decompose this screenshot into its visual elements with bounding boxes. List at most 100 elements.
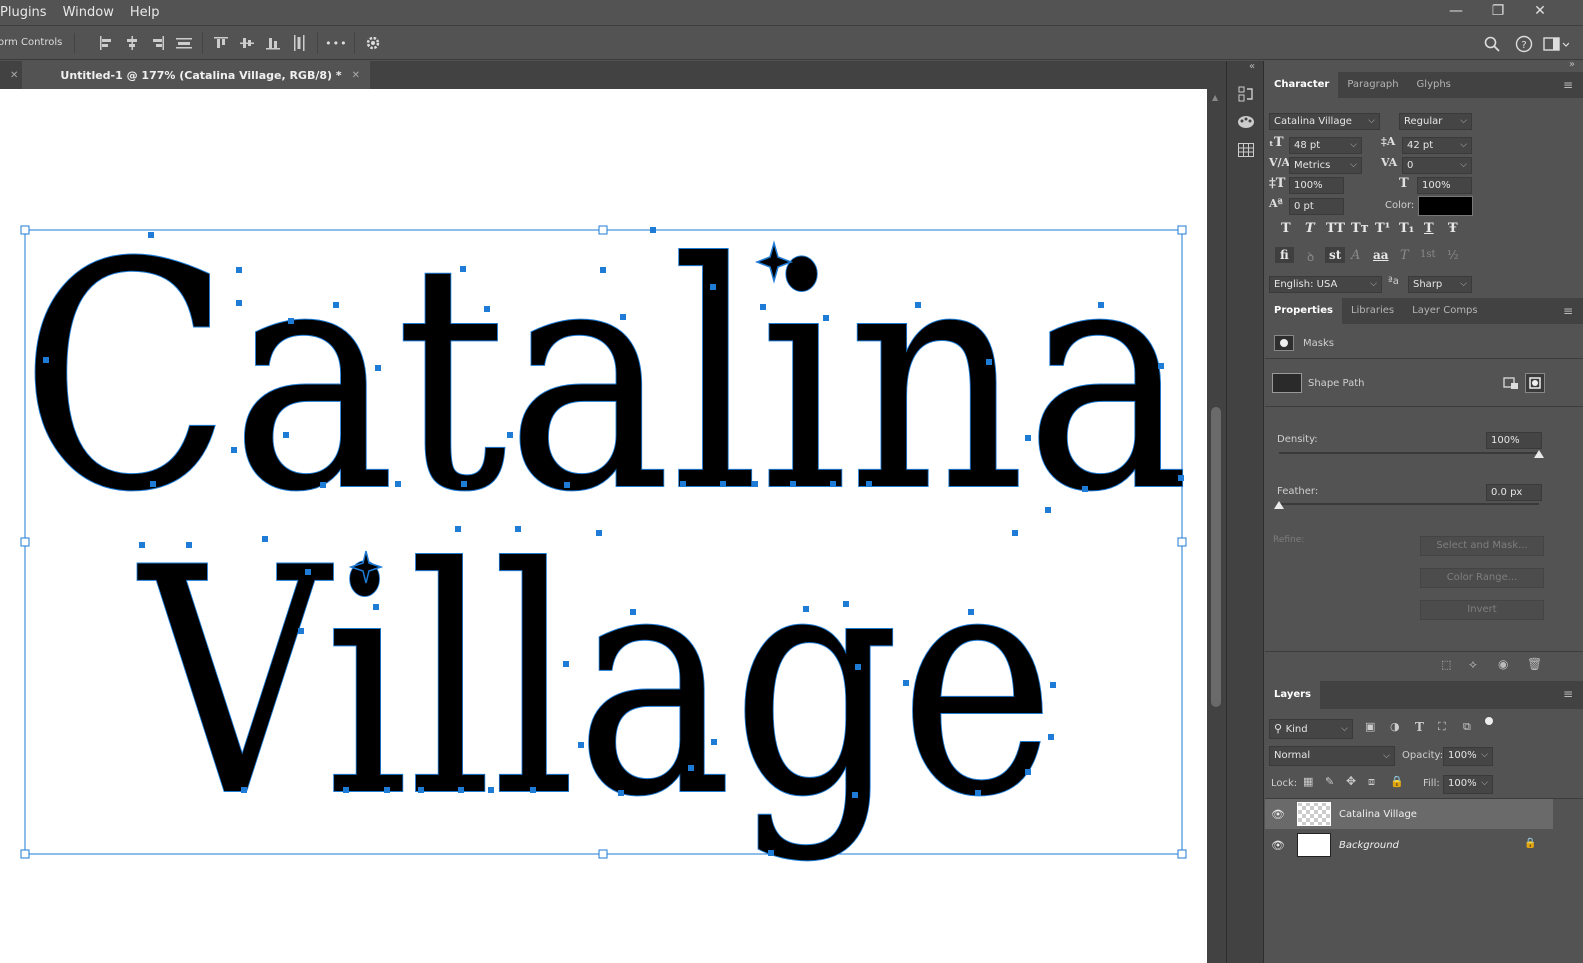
font-style-select[interactable]: Regular ⌵ <box>1399 113 1472 130</box>
all-caps-button[interactable]: TT <box>1326 221 1345 236</box>
underline-button[interactable]: T <box>1424 221 1434 236</box>
align-center-h-icon[interactable] <box>119 30 145 56</box>
document-canvas[interactable]: Catalina Village <box>0 89 1207 963</box>
tab-layers[interactable]: Layers <box>1265 681 1320 709</box>
panel-menu-icon[interactable]: ≡ <box>1563 304 1573 318</box>
close-tab-icon[interactable]: ✕ <box>10 70 18 81</box>
vertical-scale-field[interactable]: 100% <box>1289 177 1344 194</box>
align-middle-v-icon[interactable] <box>234 30 260 56</box>
layer-visibility-eye-icon[interactable]: 👁 <box>1265 839 1291 852</box>
select-and-mask-button[interactable]: Select and Mask... <box>1420 536 1544 556</box>
distribute-h-icon[interactable] <box>171 30 197 56</box>
delete-mask-icon[interactable]: 🗑 <box>1527 657 1542 671</box>
filter-toggle-icon[interactable] <box>1485 717 1493 725</box>
density-slider-thumb[interactable] <box>1534 450 1544 458</box>
scrollbar-thumb[interactable] <box>1211 407 1221 707</box>
tab-untitled-1[interactable]: Untitled-1 @ 177% (Catalina Village, RGB… <box>22 61 371 89</box>
feather-field[interactable]: 0.0 px <box>1486 484 1542 501</box>
lock-image-brush-icon[interactable]: ✎ <box>1325 775 1334 788</box>
titling-alternates-button[interactable]: T <box>1400 248 1409 263</box>
color-range-button[interactable]: Color Range... <box>1420 568 1544 588</box>
lock-position-move-icon[interactable]: ✥ <box>1346 774 1356 788</box>
layer-filter-kind-select[interactable]: ⚲ Kind ⌵ <box>1269 719 1353 739</box>
superscript-button[interactable]: T¹ <box>1375 221 1390 236</box>
contextual-alternates-button[interactable]: ꝺ <box>1307 248 1314 265</box>
tab-layer-comps[interactable]: Layer Comps <box>1403 298 1486 324</box>
blend-mode-select[interactable]: Normal ⌵ <box>1269 746 1395 766</box>
minimize-button[interactable]: — <box>1434 0 1478 22</box>
history-icon[interactable] <box>1235 83 1257 105</box>
select-vector-mask-icon[interactable] <box>1525 373 1545 393</box>
distribute-v-icon[interactable] <box>286 30 312 56</box>
lock-all-icon[interactable]: 🔒 <box>1390 775 1404 788</box>
help-icon[interactable]: ? <box>1511 31 1537 57</box>
canvas-vertical-scrollbar[interactable]: ▲ <box>1207 89 1226 963</box>
disable-mask-eye-icon[interactable]: ◉ <box>1498 657 1508 671</box>
tab-glyphs[interactable]: Glyphs <box>1408 72 1460 98</box>
baseline-shift-field[interactable]: 0 pt <box>1289 198 1344 215</box>
strikethrough-button[interactable]: Ŧ <box>1448 221 1458 236</box>
discretionary-ligatures-button[interactable]: st <box>1325 247 1346 263</box>
faux-bold-button[interactable]: T <box>1281 221 1291 236</box>
fill-field[interactable]: 100% ⌵ <box>1443 775 1493 794</box>
more-options-button[interactable]: ••• <box>323 30 349 56</box>
standard-ligatures-button[interactable]: fi <box>1275 247 1294 263</box>
tab-libraries[interactable]: Libraries <box>1342 298 1403 324</box>
layer-row-background[interactable]: 👁 Background 🔒 <box>1265 830 1553 860</box>
stylistic-alternates-button[interactable]: aa <box>1373 248 1389 262</box>
align-left-icon[interactable] <box>93 30 119 56</box>
faux-italic-button[interactable]: T <box>1305 221 1315 236</box>
load-selection-icon[interactable]: ⬚ <box>1441 658 1451 671</box>
restore-button[interactable]: ❐ <box>1476 0 1520 22</box>
leading-field[interactable]: 42 pt ⌵ <box>1402 137 1472 154</box>
feather-slider-thumb[interactable] <box>1274 501 1284 509</box>
font-size-field[interactable]: 48 pt ⌵ <box>1289 137 1362 154</box>
select-pixel-mask-icon[interactable] <box>1503 375 1519 394</box>
menu-window[interactable]: Window <box>55 5 122 20</box>
gear-icon[interactable] <box>360 30 386 56</box>
expand-panels-icon[interactable]: » <box>1569 59 1575 70</box>
opacity-field[interactable]: 100% ⌵ <box>1443 747 1493 766</box>
filter-pixel-icon[interactable]: ▣ <box>1365 720 1375 733</box>
align-bottom-icon[interactable] <box>260 30 286 56</box>
apply-mask-icon[interactable]: ⟡ <box>1469 657 1477 672</box>
horizontal-scale-field[interactable]: 100% <box>1417 177 1472 194</box>
antialias-select[interactable]: Sharp ⌵ <box>1408 276 1472 293</box>
collapse-dock-icon[interactable]: « <box>1249 61 1255 72</box>
close-tab-icon[interactable]: ✕ <box>352 70 360 81</box>
scroll-up-icon[interactable]: ▲ <box>1212 93 1218 102</box>
tab-previous[interactable]: ✕ <box>0 61 22 89</box>
filter-shape-icon[interactable]: ⛶ <box>1438 720 1446 734</box>
ordinals-button[interactable]: 1st <box>1420 249 1436 260</box>
filter-smart-object-icon[interactable]: ⧉ <box>1463 720 1471 734</box>
language-select[interactable]: English: USA ⌵ <box>1269 276 1382 293</box>
filter-adjustment-icon[interactable]: ◑ <box>1390 720 1400 733</box>
text-color-swatch[interactable] <box>1418 196 1473 216</box>
color-palette-icon[interactable] <box>1235 111 1257 133</box>
density-field[interactable]: 100% <box>1486 432 1542 449</box>
lock-transparent-icon[interactable]: ▦ <box>1303 775 1313 788</box>
align-right-icon[interactable] <box>145 30 171 56</box>
tab-properties[interactable]: Properties <box>1265 298 1342 324</box>
lock-artboard-icon[interactable]: ⧈ <box>1368 775 1375 789</box>
kerning-select[interactable]: Metrics ⌵ <box>1289 157 1362 174</box>
subscript-button[interactable]: T₁ <box>1399 221 1414 236</box>
swash-button[interactable]: A <box>1351 248 1360 263</box>
small-caps-button[interactable]: Tт <box>1351 221 1369 236</box>
layer-visibility-eye-icon[interactable]: 👁 <box>1265 808 1291 821</box>
workspace-icon[interactable] <box>1543 31 1569 57</box>
layer-row-catalina-village[interactable]: 👁 Catalina Village <box>1265 799 1553 829</box>
transform-controls-label[interactable]: orm Controls <box>0 33 76 53</box>
fractions-button[interactable]: ½ <box>1447 248 1459 262</box>
menu-plugins[interactable]: Plugins <box>0 5 55 20</box>
menu-help[interactable]: Help <box>122 5 168 20</box>
density-slider[interactable] <box>1279 452 1539 454</box>
panel-menu-icon[interactable]: ≡ <box>1563 78 1573 92</box>
tab-character[interactable]: Character <box>1265 72 1339 98</box>
layer-name[interactable]: Background <box>1339 840 1399 851</box>
filter-type-icon[interactable]: T <box>1415 720 1424 734</box>
align-top-icon[interactable] <box>208 30 234 56</box>
search-icon[interactable] <box>1479 31 1505 57</box>
swatches-grid-icon[interactable] <box>1235 139 1257 161</box>
panel-menu-icon[interactable]: ≡ <box>1563 687 1573 701</box>
